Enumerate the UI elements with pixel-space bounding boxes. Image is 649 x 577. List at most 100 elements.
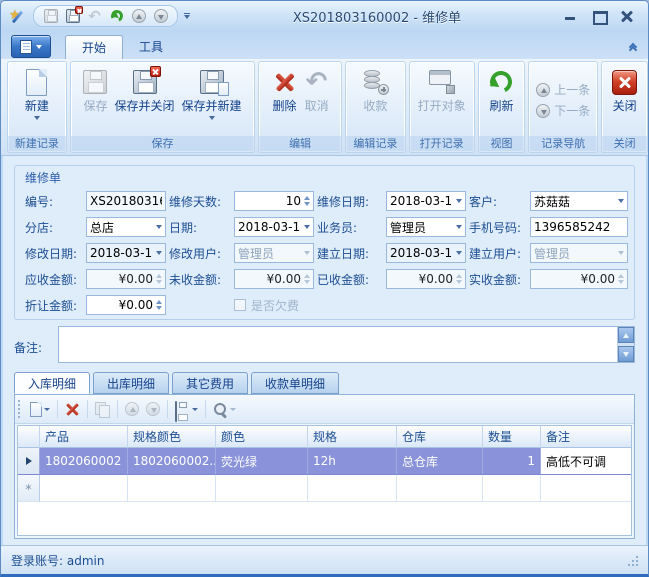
repair-days-spinner[interactable]: 10: [234, 191, 314, 211]
chevron-down-icon: [304, 225, 310, 229]
qat-save-icon[interactable]: [42, 8, 59, 25]
tab-outbound-detail[interactable]: 出库明细: [93, 372, 169, 394]
coins-icon: [362, 69, 388, 95]
grid-header-color[interactable]: 颜色: [216, 426, 308, 448]
qat-refresh-icon[interactable]: [108, 8, 125, 25]
qat-previous-icon[interactable]: [130, 8, 147, 25]
detail-copy-button[interactable]: [93, 399, 112, 420]
tab-other-fees[interactable]: 其它费用: [172, 372, 248, 394]
qat-undo-icon[interactable]: ↶: [86, 8, 103, 25]
cell-spec-color[interactable]: 1802060002...: [128, 448, 216, 475]
date-dropdown[interactable]: 2018-03-16: [234, 217, 314, 237]
cell-color[interactable]: 荧光绿: [216, 448, 308, 475]
ribbon-group-close: 关闭 关闭: [601, 61, 648, 153]
qat-save-close-icon[interactable]: [64, 8, 81, 25]
discount-amount-spinner[interactable]: ¥0.00: [86, 295, 166, 315]
table-row[interactable]: 1802060002 1802060002... 荧光绿 12h 总仓库 1 高…: [18, 448, 631, 475]
app-icon: ★: [9, 7, 27, 25]
empty-cell[interactable]: [483, 475, 541, 502]
grid-header-remark[interactable]: 备注: [541, 426, 631, 448]
scroll-up-button[interactable]: [618, 327, 634, 343]
chevron-down-icon: [304, 251, 310, 255]
empty-cell[interactable]: [216, 475, 308, 502]
cell-warehouse[interactable]: 总仓库: [397, 448, 483, 475]
table-new-row[interactable]: *: [18, 475, 631, 502]
detail-delete-button[interactable]: [63, 399, 82, 420]
customer-dropdown[interactable]: 苏菇菇: [530, 191, 628, 211]
memo-input[interactable]: [58, 326, 635, 363]
tab-inbound-detail[interactable]: 入库明细: [14, 372, 90, 394]
field-label-repair-date: 维修日期:: [317, 193, 383, 210]
empty-cell[interactable]: [308, 475, 397, 502]
chevron-down-icon: [456, 251, 462, 255]
save-and-close-button[interactable]: 保存并关闭: [112, 64, 178, 136]
cell-quantity[interactable]: 1: [483, 448, 541, 475]
spinner-arrows[interactable]: [304, 196, 310, 206]
open-object-button[interactable]: 打开对象: [415, 64, 469, 136]
empty-cell[interactable]: [128, 475, 216, 502]
minimize-button[interactable]: [564, 10, 578, 22]
previous-record-button[interactable]: 上一条: [536, 81, 590, 98]
collect-payment-button[interactable]: 收款: [359, 64, 391, 136]
grid-header-spec-color[interactable]: 规格颜色: [128, 426, 216, 448]
cancel-button[interactable]: ↶ 取消: [302, 64, 332, 136]
save-and-new-button[interactable]: 保存并新建: [179, 64, 245, 136]
scroll-down-button[interactable]: [618, 346, 634, 362]
delete-button[interactable]: 删除: [269, 64, 301, 136]
refresh-button[interactable]: 刷新: [486, 64, 516, 136]
chevron-down-icon: [44, 408, 50, 411]
empty-cell[interactable]: [397, 475, 483, 502]
save-new-icon: [200, 70, 224, 94]
overdue-checkbox[interactable]: [234, 299, 246, 311]
branch-dropdown[interactable]: 总店: [86, 217, 166, 237]
empty-cell[interactable]: [40, 475, 128, 502]
group-caption: 新建记录: [8, 136, 66, 152]
number-field[interactable]: XS20180316: [86, 191, 166, 211]
empty-cell[interactable]: [541, 475, 631, 502]
ribbon-group-open-record: 打开对象 打开记录: [409, 61, 475, 153]
spinner-arrows[interactable]: [156, 300, 162, 310]
cell-spec[interactable]: 12h: [308, 448, 397, 475]
receivable-amount-spinner: ¥0.00: [86, 269, 166, 289]
application-menu-button[interactable]: [11, 35, 51, 58]
next-record-button[interactable]: 下一条: [536, 102, 590, 119]
ribbon-group-edit-record: 收款 编辑记录: [345, 61, 406, 153]
chevron-down-icon: [456, 199, 462, 203]
toolbar-grip[interactable]: [18, 400, 22, 418]
down-circle-icon: [536, 104, 550, 118]
detail-export-button[interactable]: [173, 399, 200, 420]
collapse-ribbon-button[interactable]: [630, 44, 636, 53]
detail-move-down-button[interactable]: [144, 399, 162, 420]
modified-date-dropdown[interactable]: 2018-03-1: [86, 243, 166, 263]
close-form-button[interactable]: 关闭: [609, 64, 640, 136]
detail-move-up-button[interactable]: [123, 399, 141, 420]
repair-date-dropdown[interactable]: 2018-03-19: [386, 191, 466, 211]
new-button[interactable]: 新建: [22, 64, 52, 136]
field-label-created-user: 建立用户:: [469, 245, 527, 262]
detail-new-button[interactable]: [28, 399, 52, 420]
grid-header-spec[interactable]: 规格: [308, 426, 397, 448]
grid-header-product[interactable]: 产品: [40, 426, 128, 448]
new-row-star-icon: *: [25, 486, 32, 496]
ribbon-tab-start[interactable]: 开始: [65, 35, 123, 59]
maximize-button[interactable]: [592, 10, 606, 22]
created-date-dropdown[interactable]: 2018-03-16: [386, 243, 466, 263]
field-label-modified-date: 修改日期:: [25, 245, 83, 262]
save-button[interactable]: 保存: [80, 64, 110, 136]
memo-scrollbar[interactable]: [617, 327, 634, 362]
salesperson-dropdown[interactable]: 管理员: [386, 217, 466, 237]
cell-product[interactable]: 1802060002: [40, 448, 128, 475]
grid-header-quantity[interactable]: 数量: [483, 426, 541, 448]
grid-header-warehouse[interactable]: 仓库: [397, 426, 483, 448]
detail-preview-button[interactable]: [211, 399, 238, 420]
group-caption: 记录导航: [529, 136, 597, 152]
ribbon-tab-tools[interactable]: 工具: [123, 35, 179, 59]
phone-field[interactable]: 1396585242: [530, 217, 628, 237]
close-button[interactable]: [620, 10, 634, 22]
cell-remark[interactable]: 高低不可调: [541, 448, 631, 475]
tab-receipt-detail[interactable]: 收款单明细: [251, 372, 339, 394]
qat-next-icon[interactable]: [152, 8, 169, 25]
field-label-date: 日期:: [169, 219, 231, 236]
chevron-down-icon: [192, 408, 198, 411]
resize-grip[interactable]: [626, 554, 638, 566]
